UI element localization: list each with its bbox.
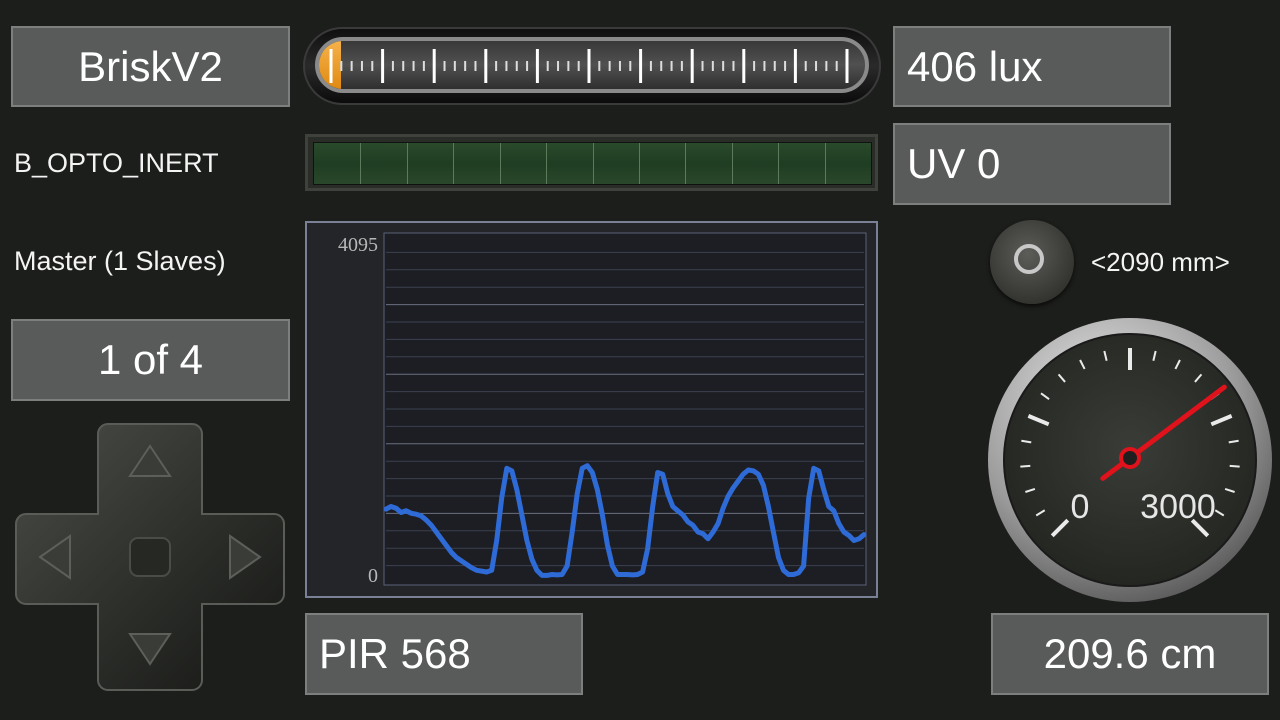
page-indicator: 1 of 4 (97, 336, 204, 383)
distance-gauge: 0 3000 (986, 316, 1274, 604)
slider-track (315, 37, 869, 93)
gauge-min-label: 0 (1071, 488, 1090, 526)
bargraph-segment-divider (546, 143, 548, 184)
distance-cm-box: 209.6 cm (991, 613, 1269, 695)
bargraph-segment-divider (638, 143, 640, 184)
gauge-minor-tick (1020, 464, 1031, 468)
device-name-box: BriskV2 (11, 26, 290, 107)
bargraph-segment-divider (731, 143, 733, 184)
device-name: BriskV2 (78, 42, 223, 90)
bargraph-meter (305, 134, 878, 191)
bargraph-segment-divider (824, 143, 826, 184)
uv-readout: UV 0 (907, 140, 1001, 187)
arrow-left-icon[interactable] (38, 534, 72, 580)
arrow-up-icon[interactable] (128, 444, 172, 478)
gauge-max-label: 3000 (1140, 488, 1216, 526)
bargraph-track (313, 142, 872, 185)
gauge-hub (1119, 447, 1141, 469)
arrow-down-icon[interactable] (128, 632, 172, 666)
distance-mm-label: <2090 mm> (1091, 247, 1230, 277)
sensor-chart: 4095 0 (305, 221, 878, 598)
bargraph-segment-divider (360, 143, 362, 184)
chart-plot: 4095 0 (338, 232, 867, 587)
level-slider[interactable] (303, 27, 881, 105)
slider-ticks (329, 49, 849, 83)
arrow-right-icon[interactable] (228, 534, 262, 580)
ring-icon (1014, 244, 1044, 274)
dpad[interactable] (12, 420, 288, 692)
lux-readout: 406 lux (907, 42, 1043, 90)
bargraph-segment-divider (406, 143, 408, 184)
pir-box: PIR 568 (305, 613, 583, 695)
pir-readout: PIR 568 (319, 630, 471, 677)
distance-button[interactable] (990, 220, 1074, 304)
gauge-graphic: 0 3000 (988, 318, 1272, 602)
page-indicator-box[interactable]: 1 of 4 (11, 319, 290, 401)
bargraph-segment-divider (499, 143, 501, 184)
bargraph-segment-divider (778, 143, 780, 184)
program-label: B_OPTO_INERT (14, 148, 219, 178)
bargraph-segment-divider (453, 143, 455, 184)
bargraph-segment-divider (592, 143, 594, 184)
uv-box: UV 0 (893, 123, 1171, 205)
ytick-min: 0 (368, 565, 378, 587)
distance-cm-readout: 209.6 cm (1043, 630, 1217, 677)
bargraph-segment-divider (685, 143, 687, 184)
role-label: Master (1 Slaves) (14, 246, 226, 276)
gauge-minor-tick (1229, 464, 1240, 468)
ytick-max: 4095 (338, 234, 378, 256)
lux-box: 406 lux (893, 26, 1171, 107)
